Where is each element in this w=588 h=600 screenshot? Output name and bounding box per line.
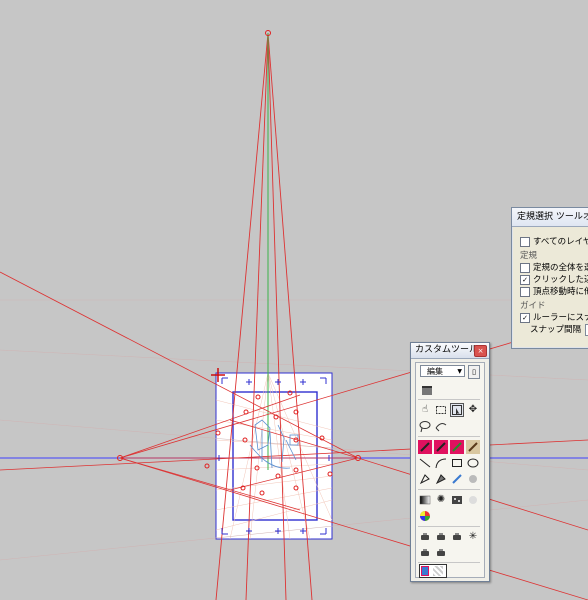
soft-spray-icon[interactable]: ✳ — [466, 530, 480, 544]
lasso-icon[interactable] — [418, 419, 432, 433]
snap-ruler-checkbox[interactable]: ✓ — [520, 313, 530, 323]
ruler-select-option-panel: 定規選択 ツールオプ すべてのレイヤー 定規 定規の全体を選択 ✓ クリックした… — [511, 207, 588, 349]
select-whole-checkbox[interactable] — [520, 263, 530, 273]
guide-group-label: ガイド — [520, 301, 546, 311]
spray-icon[interactable] — [418, 530, 432, 544]
separator — [418, 526, 480, 527]
vertex-move-label: 頂点移動時に他の — [533, 287, 588, 297]
rect-icon[interactable] — [450, 456, 464, 470]
spray4-icon[interactable] — [418, 546, 432, 560]
move-icon[interactable]: ✥ — [466, 403, 480, 417]
pen-tan-icon[interactable] — [466, 440, 480, 454]
airbrush-icon[interactable] — [466, 472, 480, 486]
select-whole-option[interactable]: 定規の全体を選択 — [520, 262, 588, 274]
marquee-rect-icon[interactable] — [434, 403, 448, 417]
click-side-checkbox[interactable]: ✓ — [520, 275, 530, 285]
pen-red-icon[interactable] — [418, 440, 432, 454]
tool-grid: 編集 ▼ ▯ ☝ ✥ ✺ ✳ — [415, 362, 485, 578]
tool-palette-titlebar[interactable]: カスタムツール × — [411, 343, 489, 359]
perspective-canvas[interactable] — [0, 0, 588, 600]
ruler-panel-title[interactable]: 定規選択 ツールオプ — [512, 208, 588, 227]
canvas-area[interactable] — [0, 0, 588, 600]
transparent-swatch[interactable] — [433, 566, 443, 576]
chevron-down-icon: ▼ — [457, 368, 462, 375]
spray3-icon[interactable] — [450, 530, 464, 544]
clapper-icon[interactable] — [420, 383, 434, 397]
snap-ruler-option[interactable]: ✓ ルーラーにスナップ — [520, 312, 588, 324]
color-wheel-icon[interactable] — [418, 509, 432, 523]
vertex-move-option[interactable]: 頂点移動時に他の — [520, 286, 588, 298]
brush-icon[interactable] — [450, 472, 464, 486]
nib2-icon[interactable] — [434, 472, 448, 486]
separator — [418, 399, 480, 400]
edit-set-select[interactable]: 編集 ▼ — [420, 365, 465, 377]
tool-palette-title: カスタムツール — [415, 345, 479, 355]
nib-icon[interactable] — [418, 472, 432, 486]
pen-red2-icon[interactable] — [434, 440, 448, 454]
vertex-move-checkbox[interactable] — [520, 287, 530, 297]
all-layers-checkbox[interactable] — [520, 237, 530, 247]
hand-icon[interactable]: ☝ — [418, 403, 432, 417]
gradient-icon[interactable] — [418, 493, 432, 507]
all-layers-label: すべてのレイヤー — [533, 237, 588, 247]
main-color-swatch[interactable] — [421, 566, 429, 576]
line-icon[interactable] — [418, 456, 432, 470]
separator — [418, 436, 480, 437]
ellipse-icon[interactable] — [466, 456, 480, 470]
spray5-icon[interactable] — [434, 546, 448, 560]
wand-icon[interactable] — [434, 419, 448, 433]
edit-set-value: 編集 — [427, 367, 443, 376]
curve-icon[interactable] — [434, 456, 448, 470]
set-menu-button[interactable]: ▯ — [468, 365, 480, 379]
tone-icon[interactable] — [450, 493, 464, 507]
blur-icon[interactable] — [466, 493, 480, 507]
pen-green-icon[interactable] — [450, 440, 464, 454]
star-burst-icon[interactable]: ✺ — [434, 493, 448, 507]
all-layers-option[interactable]: すべてのレイヤー — [520, 236, 588, 248]
ruler-select-icon[interactable] — [450, 403, 464, 417]
spray2-icon[interactable] — [434, 530, 448, 544]
ruler-group-label: 定規 — [520, 251, 538, 261]
close-icon[interactable]: × — [474, 345, 487, 357]
separator — [418, 562, 480, 563]
select-whole-label: 定規の全体を選択 — [533, 263, 588, 273]
snap-ruler-label: ルーラーにスナップ — [533, 313, 588, 323]
snap-interval-label: スナップ間隔 — [530, 325, 582, 335]
separator — [418, 489, 480, 490]
custom-tool-palette: カスタムツール × 編集 ▼ ▯ ☝ ✥ ✺ ✳ — [410, 342, 490, 582]
click-side-option[interactable]: ✓ クリックした辺に頂 — [520, 274, 588, 286]
snap-interval-row: スナップ間隔 2 — [520, 324, 588, 336]
color-swatch[interactable] — [419, 564, 447, 578]
click-side-label: クリックした辺に頂 — [533, 275, 588, 285]
